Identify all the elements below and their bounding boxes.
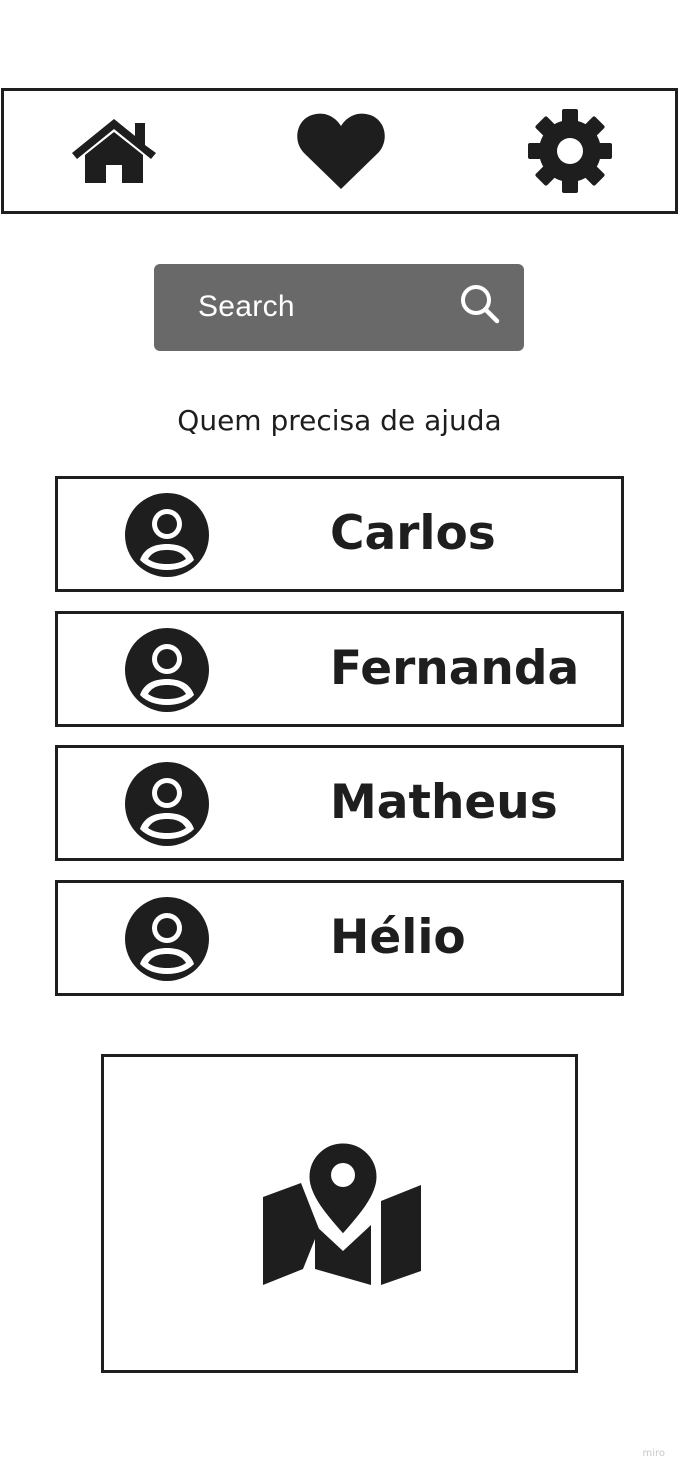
map-panel[interactable] [101, 1054, 578, 1373]
user-avatar-icon [125, 493, 209, 577]
person-card-fernanda[interactable]: Fernanda [55, 611, 624, 727]
user-avatar-icon [125, 628, 209, 712]
map-pin-icon [263, 1141, 421, 1285]
heart-icon [297, 113, 385, 189]
person-name: Fernanda [330, 641, 580, 696]
person-name: Hélio [330, 910, 466, 965]
person-card-carlos[interactable]: Carlos [55, 476, 624, 592]
favorites-button[interactable] [295, 105, 387, 197]
person-name: Matheus [330, 775, 558, 830]
top-nav-bar [1, 88, 678, 214]
person-name: Carlos [330, 506, 496, 561]
person-card-matheus[interactable]: Matheus [55, 745, 624, 861]
person-card-helio[interactable]: Hélio [55, 880, 624, 996]
home-icon [72, 119, 156, 183]
user-avatar-icon [125, 762, 209, 846]
search-input[interactable]: Search [198, 290, 295, 324]
search-box[interactable]: Search [154, 264, 524, 351]
search-icon[interactable] [458, 282, 502, 326]
settings-button[interactable] [524, 105, 616, 197]
home-button[interactable] [68, 105, 160, 197]
gear-icon [528, 109, 612, 193]
watermark: miro [642, 1448, 665, 1459]
section-title: Quem precisa de ajuda [177, 404, 502, 437]
user-avatar-icon [125, 897, 209, 981]
